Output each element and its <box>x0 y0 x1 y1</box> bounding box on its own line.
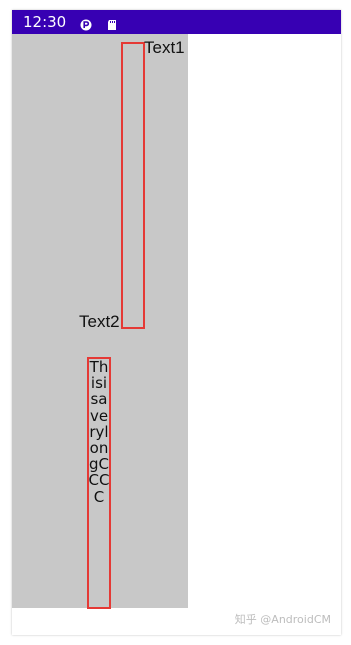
status-time: 12:30 <box>23 13 67 31</box>
text1-bordered-box <box>121 42 145 329</box>
status-bar: 12:30 <box>12 10 341 34</box>
text2-label: Text2 <box>79 312 120 331</box>
phone-screen: 12:30 Text1 Text2 ThisisaverylongCCCC 知乎… <box>12 10 341 635</box>
notification-p-icon <box>80 16 92 31</box>
text1-label: Text1 <box>144 38 185 57</box>
long-text: ThisisaverylongCCCC <box>88 358 110 506</box>
watermark: 知乎 @AndroidCM <box>234 613 331 626</box>
sd-card-icon <box>106 16 118 30</box>
gray-layout-panel: Text1 Text2 ThisisaverylongCCCC <box>12 34 188 609</box>
